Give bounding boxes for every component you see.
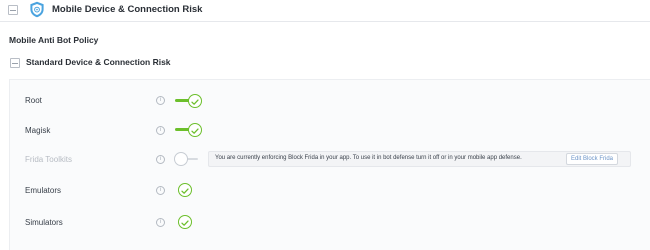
row-label-root: Root bbox=[25, 96, 42, 105]
row-label-simulators: Simulators bbox=[25, 218, 63, 227]
frida-toggle[interactable] bbox=[174, 152, 204, 166]
magisk-toggle[interactable] bbox=[175, 123, 205, 137]
root-toggle[interactable] bbox=[175, 94, 205, 108]
toggle-knob bbox=[188, 123, 202, 137]
info-icon[interactable]: i bbox=[156, 155, 165, 164]
policy-title: Mobile Anti Bot Policy bbox=[9, 35, 99, 45]
section-title: Mobile Device & Connection Risk bbox=[52, 4, 203, 15]
collapse-icon[interactable] bbox=[8, 5, 18, 15]
edit-block-frida-link[interactable]: Edit Block Frida bbox=[566, 153, 619, 165]
toggle-knob bbox=[174, 152, 188, 166]
subsection-header: Standard Device & Connection Risk bbox=[0, 53, 650, 75]
notice-text: You are currently enforcing Block Frida … bbox=[215, 155, 522, 161]
frida-notice: You are currently enforcing Block Frida … bbox=[208, 151, 631, 167]
check-icon bbox=[191, 99, 199, 105]
toggle-knob bbox=[188, 94, 202, 108]
simulators-check[interactable] bbox=[178, 215, 192, 229]
shield-icon bbox=[30, 1, 44, 18]
row-label-frida: Frida Toolkits bbox=[25, 155, 72, 164]
check-icon bbox=[191, 128, 199, 134]
emulators-check[interactable] bbox=[178, 183, 192, 197]
info-icon[interactable]: i bbox=[156, 218, 165, 227]
info-icon[interactable]: i bbox=[156, 126, 165, 135]
info-icon[interactable]: i bbox=[156, 186, 165, 195]
section-header: Mobile Device & Connection Risk bbox=[0, 0, 650, 22]
info-icon[interactable]: i bbox=[156, 96, 165, 105]
row-label-magisk: Magisk bbox=[25, 126, 51, 135]
check-icon bbox=[181, 188, 189, 194]
subsection-title: Standard Device & Connection Risk bbox=[26, 57, 171, 67]
collapse-icon[interactable] bbox=[10, 58, 20, 68]
row-label-emulators: Emulators bbox=[25, 186, 62, 195]
check-icon bbox=[181, 220, 189, 226]
